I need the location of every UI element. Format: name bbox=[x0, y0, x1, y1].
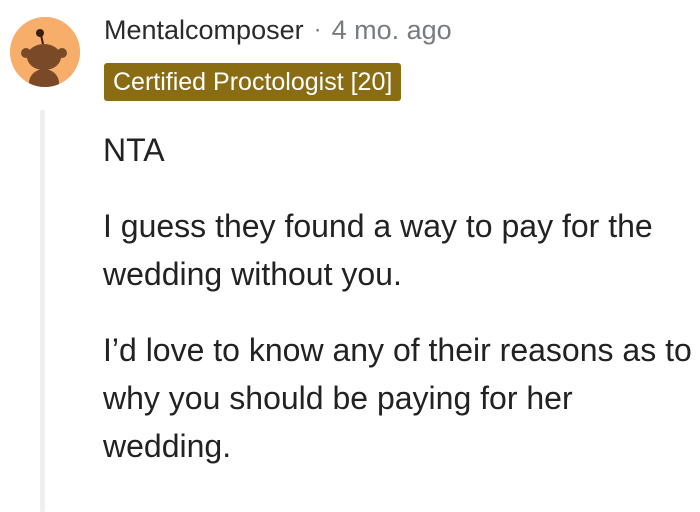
reddit-snoo-icon bbox=[10, 17, 80, 87]
comment-paragraph: I guess they found a way to pay for the … bbox=[103, 208, 653, 292]
comment-header: Mentalcomposer · 4 mo. ago bbox=[104, 12, 452, 48]
comment-paragraph: I’d love to know any of their reasons as… bbox=[103, 332, 692, 464]
separator-dot: · bbox=[313, 16, 322, 43]
user-flair: Certified Proctologist [20] bbox=[104, 63, 402, 101]
avatar[interactable] bbox=[10, 17, 80, 87]
thread-collapse-line[interactable] bbox=[40, 110, 45, 512]
comment-body: NTA I guess they found a way to pay for … bbox=[103, 126, 698, 498]
comment: Mentalcomposer · 4 mo. ago Certified Pro… bbox=[0, 0, 700, 512]
timestamp[interactable]: 4 mo. ago bbox=[332, 12, 452, 48]
username-link[interactable]: Mentalcomposer bbox=[104, 12, 304, 48]
comment-paragraph: NTA bbox=[103, 132, 165, 168]
